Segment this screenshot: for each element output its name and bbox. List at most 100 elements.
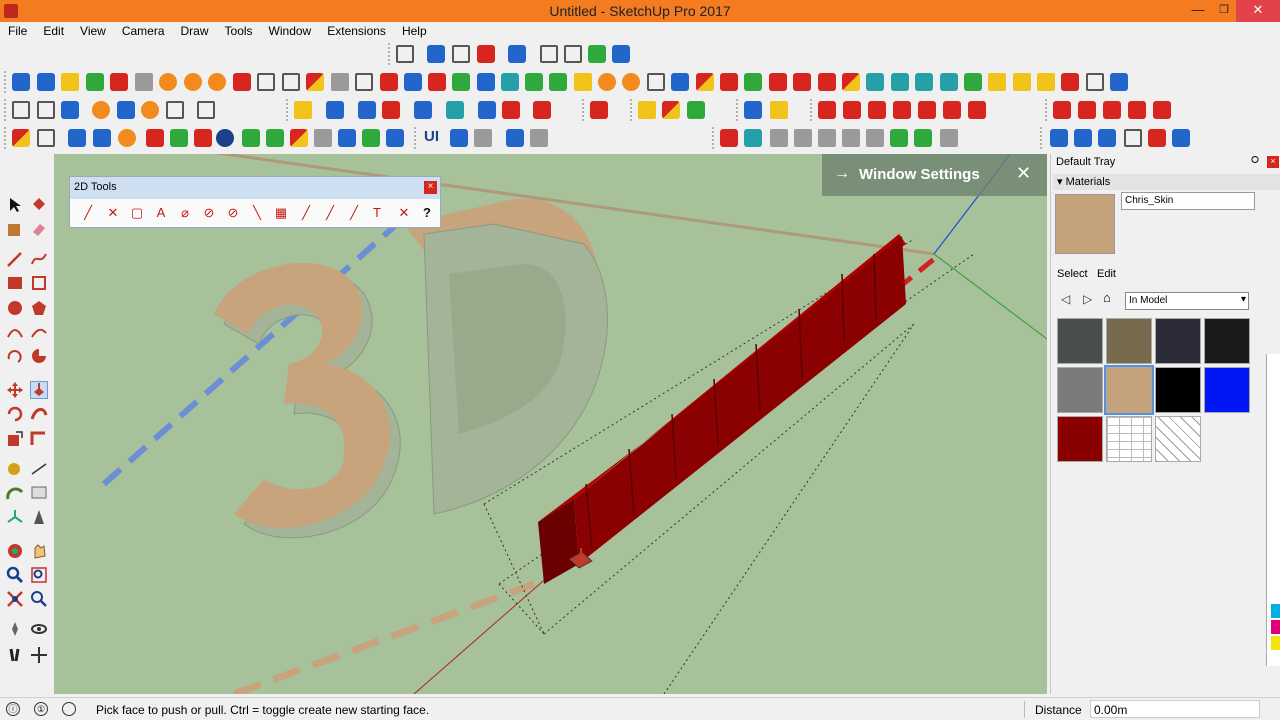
section-plane-icon[interactable] — [30, 646, 48, 664]
eraser-curve-icon[interactable] — [477, 45, 495, 63]
line-cross-icon[interactable] — [564, 45, 582, 63]
vertex-red-4-icon[interactable] — [893, 101, 911, 119]
menu-tools[interactable]: Tools — [217, 22, 261, 40]
step-green-icon[interactable] — [890, 129, 908, 147]
grid-yellow-2-icon[interactable] — [1013, 73, 1031, 91]
material-name-field[interactable]: Chris_Skin — [1121, 192, 1255, 210]
2d-rect-tool-icon[interactable]: ▢ — [129, 205, 145, 221]
folder-blue-icon[interactable] — [117, 101, 135, 119]
circle-icon[interactable] — [6, 299, 24, 317]
sweep-orange-icon[interactable] — [184, 73, 202, 91]
paint-red-5-icon[interactable] — [1153, 101, 1171, 119]
stop-gray-2-icon[interactable] — [866, 129, 884, 147]
shape-blue-icon[interactable] — [12, 73, 30, 91]
flip-red-icon[interactable] — [793, 73, 811, 91]
loop-blue-2-icon[interactable] — [93, 129, 111, 147]
make-component-icon[interactable] — [6, 220, 24, 238]
hook-red-icon[interactable] — [720, 73, 738, 91]
array-teal-icon[interactable] — [866, 73, 884, 91]
2d-offset-tool-icon[interactable]: ╱ — [322, 205, 338, 221]
arc-2pt-icon[interactable] — [30, 323, 48, 341]
toolbar-grip[interactable] — [4, 127, 7, 149]
scatter-red-icon[interactable] — [1061, 73, 1079, 91]
material-preview-swatch[interactable] — [1055, 194, 1115, 254]
axes-mixed-icon[interactable] — [290, 129, 308, 147]
stack-teal-2-icon[interactable] — [915, 73, 933, 91]
material-swatch[interactable] — [1057, 318, 1103, 364]
toolbar-grip[interactable] — [4, 99, 7, 121]
link-blue-icon[interactable] — [1172, 129, 1190, 147]
move-up-green-icon[interactable] — [170, 129, 188, 147]
arc-tool-icon[interactable] — [452, 45, 470, 63]
line-blue-3-icon[interactable] — [386, 129, 404, 147]
side-color-strip[interactable] — [1266, 354, 1280, 666]
2d-dimension-tool-icon[interactable]: ╱ — [346, 205, 362, 221]
box-red-icon[interactable] — [233, 73, 251, 91]
twist-orange-icon[interactable] — [622, 73, 640, 91]
material-library-dropdown[interactable]: In Model ▾ — [1125, 292, 1249, 310]
2d-diagonal-tool-icon[interactable]: ╲ — [249, 205, 265, 221]
toolbar-grip[interactable] — [736, 99, 739, 121]
line-blue-icon[interactable] — [612, 45, 630, 63]
orbit-icon[interactable] — [6, 542, 24, 560]
record-blue-icon[interactable] — [506, 129, 524, 147]
ui-toggle-button[interactable]: UI — [424, 128, 439, 145]
corner-tool-icon[interactable] — [37, 129, 55, 147]
export-orange-icon[interactable] — [141, 101, 159, 119]
material-swatch[interactable] — [1106, 318, 1152, 364]
add-red-icon[interactable] — [428, 73, 446, 91]
vertex-red-5-icon[interactable] — [918, 101, 936, 119]
cylinder-navy-icon[interactable] — [216, 129, 234, 147]
cube-mixed-icon[interactable] — [696, 73, 714, 91]
xyz-blue-icon[interactable] — [1074, 129, 1092, 147]
geo-location-icon[interactable]: ⓘ — [6, 702, 20, 716]
scale-icon[interactable] — [6, 430, 24, 448]
spline-blue-icon[interactable] — [404, 73, 422, 91]
toolbar-grip[interactable] — [286, 99, 289, 121]
line-green-icon[interactable] — [588, 45, 606, 63]
rewind-gray-icon[interactable] — [474, 129, 492, 147]
2d-text-tool-icon[interactable]: T — [369, 205, 385, 221]
model-viewport[interactable] — [54, 154, 1047, 694]
shape-blue-2-icon[interactable] — [37, 73, 55, 91]
close-window-button[interactable]: ✕ — [1236, 0, 1280, 22]
abc-blue-icon[interactable] — [744, 101, 762, 119]
swap-red-icon[interactable] — [382, 101, 400, 119]
frame-tool-icon[interactable] — [257, 73, 275, 91]
step-green-2-icon[interactable] — [914, 129, 932, 147]
drill-mixed-icon[interactable] — [662, 101, 680, 119]
window-settings-label[interactable]: Window Settings — [859, 166, 980, 183]
bars-yellow-icon[interactable] — [770, 101, 788, 119]
2d-label-tool-icon[interactable]: A — [153, 205, 169, 221]
material-swatch[interactable] — [1155, 367, 1201, 413]
material-swatch[interactable] — [1057, 367, 1103, 413]
morph-red-icon[interactable] — [769, 73, 787, 91]
loop-orange-icon[interactable] — [118, 129, 136, 147]
lasso-tool-icon[interactable] — [1086, 73, 1104, 91]
skin-blue-icon[interactable] — [1050, 129, 1068, 147]
axes-icon[interactable] — [6, 508, 24, 526]
position-camera-icon[interactable] — [6, 620, 24, 638]
vertex-red-icon[interactable] — [818, 101, 836, 119]
play-gray-icon[interactable] — [770, 129, 788, 147]
stop-gray-icon[interactable] — [530, 129, 548, 147]
toolbar-grip[interactable] — [630, 99, 633, 121]
offset-tool-icon[interactable] — [355, 73, 373, 91]
pin-icon[interactable]: ⭘ — [1251, 155, 1259, 166]
tree-green-icon[interactable] — [525, 73, 543, 91]
sort-blue-icon[interactable] — [326, 101, 344, 119]
previous-view-icon[interactable] — [30, 590, 48, 608]
pencil-tool-icon[interactable] — [12, 101, 30, 119]
loop-blue-icon[interactable] — [68, 129, 86, 147]
person-green-icon[interactable] — [266, 129, 284, 147]
menu-draw[interactable]: Draw — [173, 22, 217, 40]
menu-edit[interactable]: Edit — [35, 22, 72, 40]
zoom-icon[interactable] — [6, 566, 24, 584]
toolbar-grip[interactable] — [414, 127, 417, 149]
tripod-teal-icon[interactable] — [744, 129, 762, 147]
arc-3pt-icon[interactable] — [6, 347, 24, 365]
2d-line-tool-icon[interactable]: ╱ — [80, 205, 96, 221]
shape-yellow-icon[interactable] — [61, 73, 79, 91]
move-icon[interactable] — [6, 381, 24, 399]
rewind-gray-2-icon[interactable] — [842, 129, 860, 147]
